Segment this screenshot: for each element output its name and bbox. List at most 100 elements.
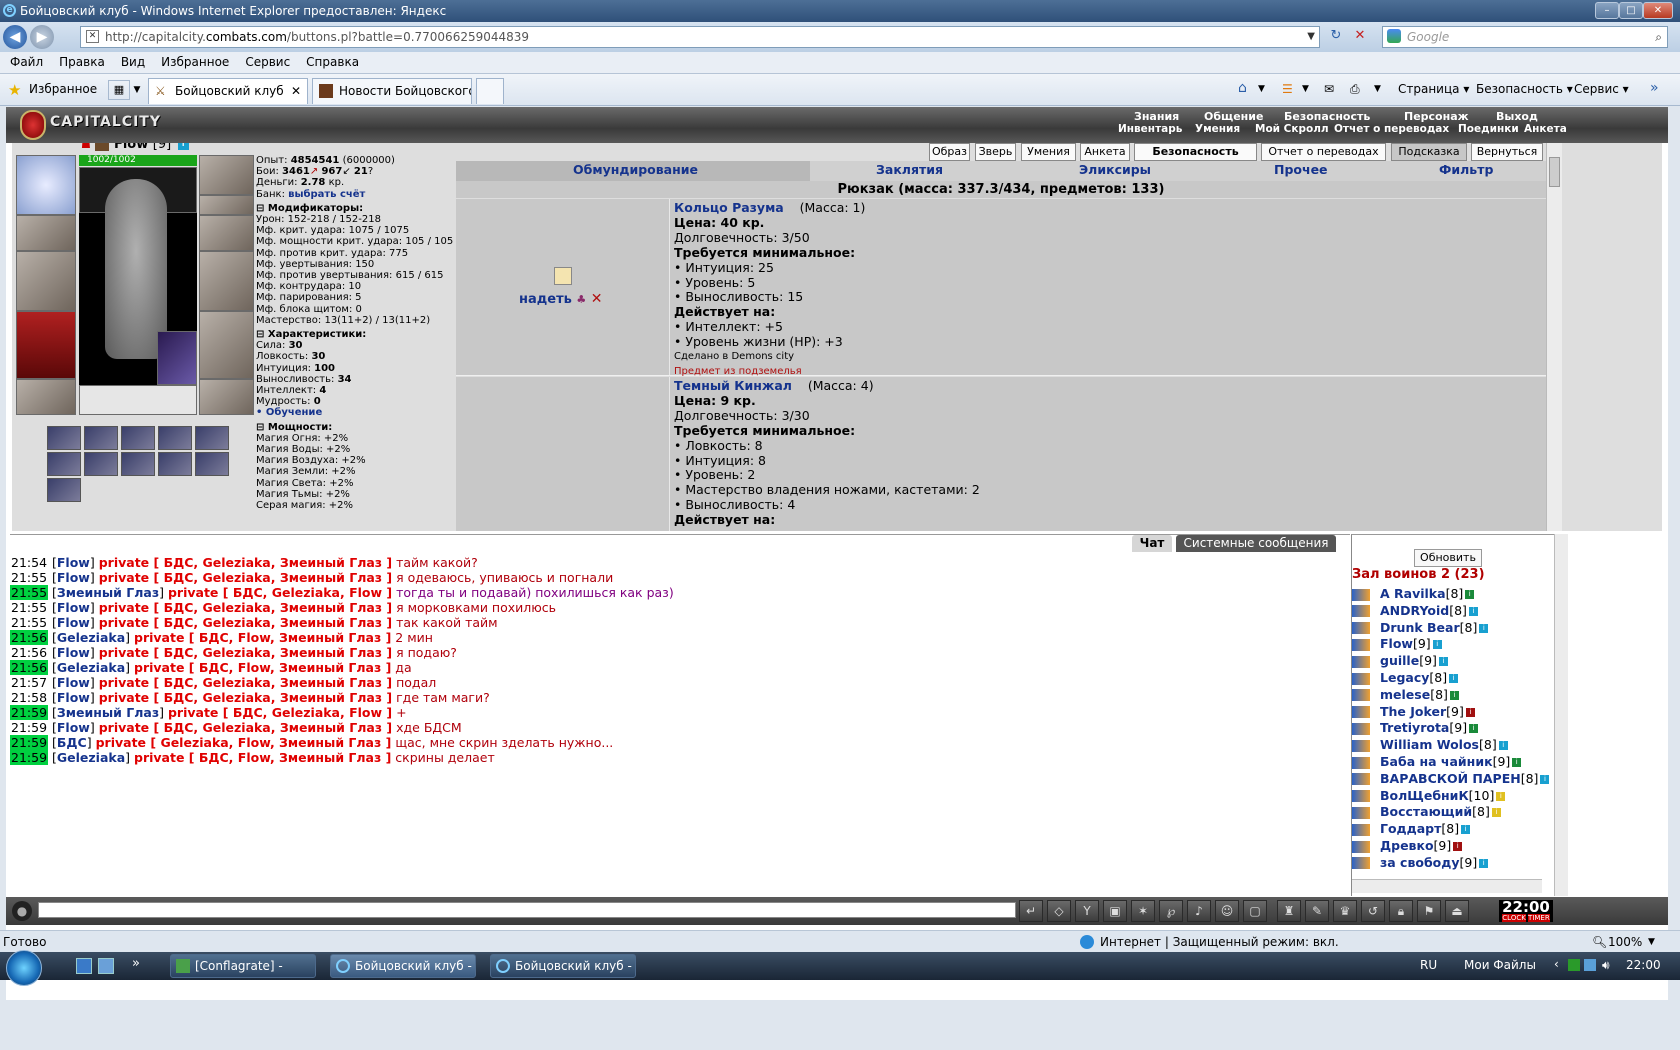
new-tab-button[interactable] bbox=[476, 78, 504, 104]
menu-favorites[interactable]: Избранное bbox=[153, 52, 237, 72]
message-nick[interactable]: БДС bbox=[57, 735, 87, 750]
message-time[interactable]: 21:59 bbox=[10, 705, 49, 720]
private-message-icon[interactable] bbox=[1352, 706, 1370, 719]
skill-slot[interactable] bbox=[195, 426, 229, 450]
network-icon[interactable] bbox=[1584, 959, 1596, 971]
tab-fight-club[interactable]: ⚔ Бойцовский клуб ✕ bbox=[148, 78, 308, 104]
tray-expand-icon[interactable]: ‹ bbox=[1554, 957, 1559, 971]
back-icon[interactable]: ◀ bbox=[3, 25, 27, 49]
message-nick[interactable]: Flow bbox=[57, 615, 90, 630]
user-info-icon[interactable]: i bbox=[1461, 825, 1471, 835]
btn-image[interactable]: Образ bbox=[929, 143, 970, 161]
btn-hint[interactable]: Подсказка bbox=[1391, 143, 1467, 161]
tab-other[interactable]: Прочее bbox=[1274, 161, 1328, 179]
home-icon[interactable]: ⌂ bbox=[1238, 80, 1247, 96]
legs-slot[interactable] bbox=[199, 311, 254, 379]
skill-slot[interactable] bbox=[47, 478, 81, 502]
user-name[interactable]: Legacy bbox=[1380, 670, 1429, 685]
translit-icon[interactable]: ℘ bbox=[1159, 900, 1183, 922]
chat-input[interactable] bbox=[38, 902, 1016, 918]
private-message-icon[interactable] bbox=[1352, 756, 1370, 769]
message-time[interactable]: 21:59 bbox=[10, 735, 49, 750]
menu-view[interactable]: Вид bbox=[113, 52, 153, 72]
clear-icon[interactable]: ◇ bbox=[1047, 900, 1071, 922]
btn-profile[interactable]: Анкета bbox=[1080, 143, 1130, 161]
private-message-icon[interactable] bbox=[1352, 588, 1370, 601]
btn-return[interactable]: Вернуться bbox=[1471, 143, 1543, 161]
taskbar-clock[interactable]: 22:00 bbox=[1626, 958, 1661, 972]
tab-news[interactable]: Новости Бойцовского Кл... bbox=[312, 78, 472, 104]
message-nick[interactable]: Flow bbox=[57, 600, 90, 615]
message-time[interactable]: 21:59 bbox=[10, 750, 49, 765]
link-exit[interactable]: Выход bbox=[1496, 110, 1538, 123]
user-info-icon[interactable]: i bbox=[1498, 741, 1508, 751]
tools-menu[interactable]: Сервис ▾ bbox=[1574, 82, 1629, 96]
reset-icon[interactable]: ↺ bbox=[1361, 900, 1385, 922]
home-dropdown-icon[interactable]: ▼ bbox=[1258, 84, 1265, 94]
user-info-icon[interactable]: i bbox=[1512, 758, 1522, 767]
belt-slot[interactable] bbox=[16, 379, 76, 415]
message-time[interactable]: 21:55 bbox=[10, 615, 48, 630]
user-name[interactable]: Баба на чайник bbox=[1380, 754, 1493, 769]
address-dropdown-icon[interactable]: ▼ bbox=[1307, 27, 1315, 47]
earrings-slot[interactable] bbox=[199, 155, 254, 195]
taskbar-item[interactable]: Бойцовский клуб - ... bbox=[490, 954, 636, 995]
armor-slot[interactable] bbox=[16, 311, 76, 379]
private-message-icon[interactable] bbox=[1352, 638, 1370, 651]
message-recipients[interactable]: private [ БДС, Geleziaka, Змеиный Глаз ] bbox=[99, 570, 392, 585]
message-nick[interactable]: Flow bbox=[57, 690, 90, 705]
private-message-icon[interactable] bbox=[1352, 605, 1370, 618]
skill-slot[interactable] bbox=[121, 426, 155, 450]
safety-menu[interactable]: Безопасность ▾ bbox=[1476, 82, 1573, 96]
user-info-icon[interactable]: i bbox=[1479, 858, 1489, 868]
user-info-icon[interactable]: i bbox=[1465, 707, 1475, 717]
user-name[interactable]: за свободу bbox=[1380, 855, 1460, 870]
message-nick[interactable]: Flow bbox=[57, 555, 90, 570]
message-recipients[interactable]: private [ Geleziaka, Flow, Змеиный Глаз … bbox=[96, 735, 392, 750]
user-info-icon[interactable]: i bbox=[1496, 791, 1506, 801]
user-name[interactable]: melese bbox=[1380, 687, 1430, 702]
helmet-slot[interactable] bbox=[16, 155, 76, 215]
user-name[interactable]: Годдарт bbox=[1380, 821, 1441, 836]
message-recipients[interactable]: private [ БДС, Flow, Змеиный Глаз ] bbox=[134, 750, 391, 765]
link-my-scroll[interactable]: Мой Скролл bbox=[1255, 123, 1329, 135]
link-transfer-report[interactable]: Отчет о переводах bbox=[1334, 123, 1449, 135]
address-bar[interactable]: ✕ http://capitalcity.combats.com/buttons… bbox=[80, 26, 1320, 48]
private-message-icon[interactable] bbox=[1352, 857, 1370, 870]
message-time[interactable]: 21:56 bbox=[10, 630, 49, 645]
private-message-icon[interactable] bbox=[1352, 739, 1370, 752]
message-time[interactable]: 21:55 bbox=[10, 585, 49, 600]
message-nick[interactable]: Змеиный Глаз bbox=[57, 705, 159, 720]
message-time[interactable]: 21:55 bbox=[10, 570, 48, 585]
shield-slot[interactable] bbox=[199, 251, 254, 311]
message-recipients[interactable]: private [ БДС, Geleziaka, Змеиный Глаз ] bbox=[99, 615, 392, 630]
skill-slot[interactable] bbox=[195, 452, 229, 476]
user-info-icon[interactable]: i bbox=[1449, 690, 1459, 700]
btn-transfer-report[interactable]: Отчет о переводах bbox=[1261, 143, 1386, 161]
menu-file[interactable]: Файл bbox=[0, 52, 51, 72]
skill-slot[interactable] bbox=[158, 452, 192, 476]
mail-icon[interactable]: ✉ bbox=[1324, 82, 1334, 96]
user-name[interactable]: Drunk Bear bbox=[1380, 620, 1460, 635]
mods-header[interactable]: ⊟ Модификаторы: bbox=[256, 203, 456, 214]
tab-spells[interactable]: Заклятия bbox=[876, 161, 943, 179]
message-recipients[interactable]: private [ БДС, Geleziaka, Flow ] bbox=[168, 705, 392, 720]
private-message-icon[interactable] bbox=[1352, 722, 1370, 735]
forward-icon[interactable]: ▶ bbox=[30, 25, 54, 49]
tab-chat[interactable]: Чат bbox=[1132, 535, 1172, 552]
menu-tools[interactable]: Сервис bbox=[237, 52, 298, 72]
user-info-icon[interactable]: i bbox=[1438, 657, 1448, 667]
message-recipients[interactable]: private [ БДС, Geleziaka, Змеиный Глаз ] bbox=[99, 555, 392, 570]
scroll-icon[interactable]: ✎ bbox=[1305, 900, 1329, 922]
flag-icon[interactable]: ⚑ bbox=[1417, 900, 1441, 922]
user-name[interactable]: The Joker bbox=[1380, 704, 1446, 719]
search-input[interactable]: Google ⌕ bbox=[1382, 26, 1668, 48]
link-communication[interactable]: Общение bbox=[1204, 110, 1263, 123]
link-security[interactable]: Безопасность bbox=[1284, 110, 1370, 123]
link-fights[interactable]: Поединки bbox=[1458, 123, 1519, 135]
online-scrollbar[interactable] bbox=[1554, 534, 1568, 896]
user-name[interactable]: Flow bbox=[1380, 636, 1413, 651]
minimize-button[interactable]: – bbox=[1595, 2, 1619, 19]
private-message-icon[interactable] bbox=[1352, 790, 1370, 803]
zoom-level[interactable]: 100% bbox=[1608, 931, 1642, 953]
